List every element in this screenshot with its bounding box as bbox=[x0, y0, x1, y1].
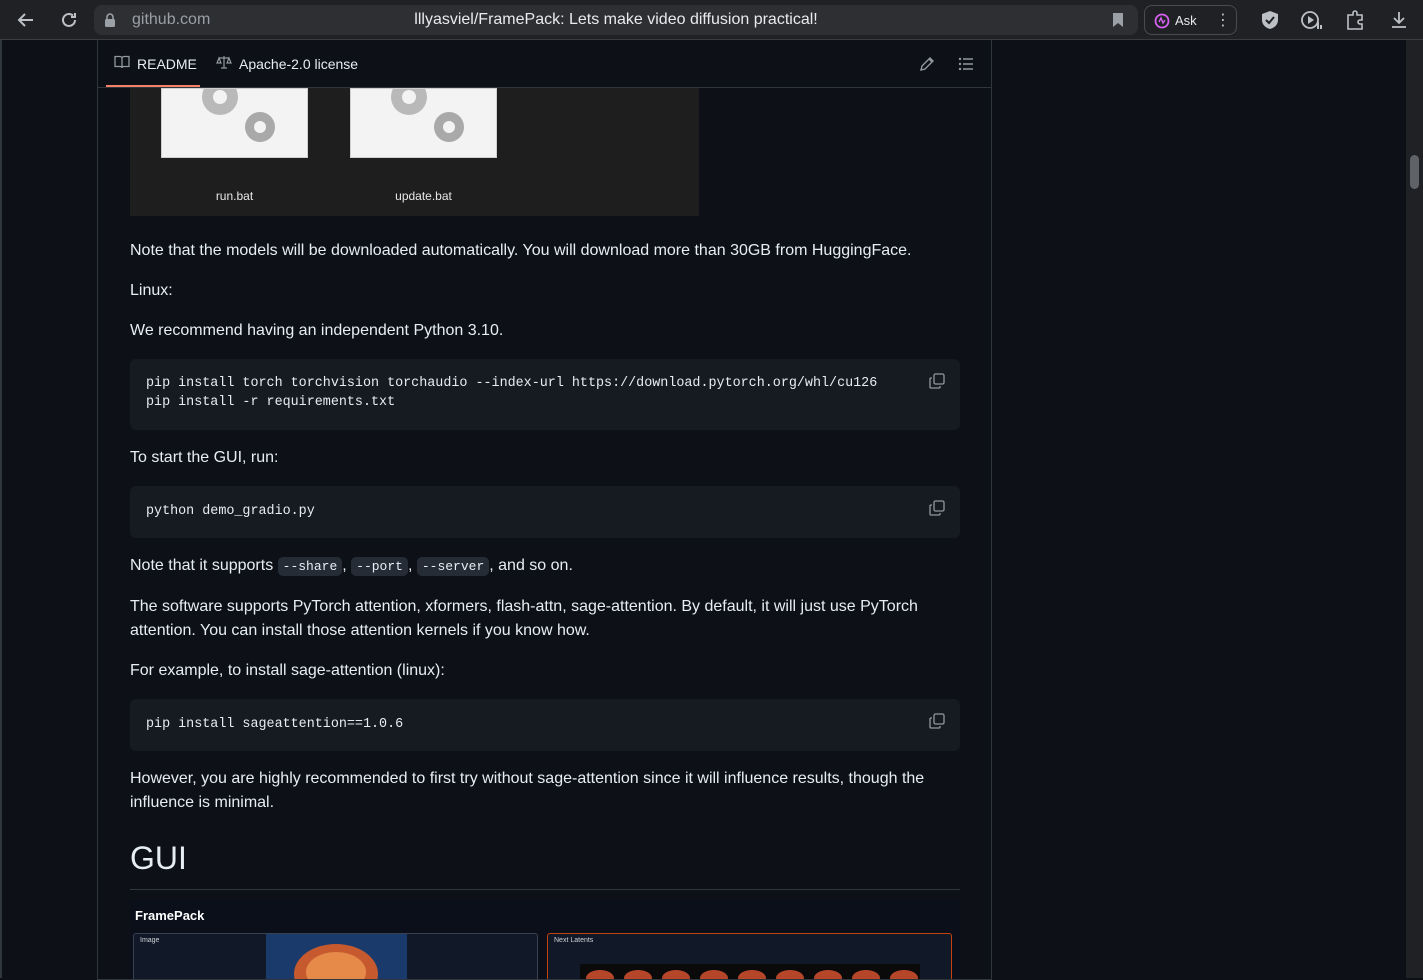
media-icon[interactable] bbox=[1300, 9, 1322, 31]
pencil-icon[interactable] bbox=[918, 55, 936, 73]
more-menu-icon[interactable]: ⋮ bbox=[1215, 10, 1231, 30]
download-icon[interactable] bbox=[1388, 9, 1410, 31]
code-install-line2: pip install -r requirements.txt bbox=[146, 395, 396, 410]
address-bar[interactable]: github.com lllyasviel/FramePack: Lets ma… bbox=[94, 5, 1138, 35]
copy-icon[interactable] bbox=[928, 372, 946, 390]
supports-flags-text: Note that it supports --share, --port, -… bbox=[130, 557, 573, 576]
example-sage-text: For example, to install sage-attention (… bbox=[130, 662, 445, 679]
code-block-install: pip install torch torchvision torchaudio… bbox=[130, 359, 960, 430]
code-run-line: python demo_gradio.py bbox=[146, 504, 315, 519]
attention-text-line2: attention. You can install those attenti… bbox=[130, 622, 590, 639]
gui-screenshot: FramePack Image Next Latents bbox=[130, 900, 960, 979]
note-models-text: Note that the models will be downloaded … bbox=[130, 242, 912, 259]
readme-header: README Apache-2.0 license bbox=[98, 40, 991, 88]
bookmark-icon[interactable] bbox=[1112, 12, 1124, 28]
tab-readme-label: README bbox=[137, 55, 197, 72]
code-block-run: python demo_gradio.py bbox=[130, 486, 960, 538]
ask-label: Ask bbox=[1175, 13, 1197, 28]
supports-suffix: , and so on. bbox=[489, 557, 573, 574]
start-gui-text: To start the GUI, run: bbox=[130, 449, 279, 466]
recommend-text-line1: However, you are highly recommended to f… bbox=[130, 770, 925, 787]
bat-files-image: run.bat update.bat bbox=[130, 88, 699, 216]
page-border bbox=[0, 40, 2, 978]
ask-assistant-button[interactable]: Ask ⋮ bbox=[1144, 5, 1237, 35]
image-panel: Image bbox=[133, 933, 538, 979]
gui-heading: GUI bbox=[130, 840, 187, 876]
page-title: lllyasviel/FramePack: Lets make video di… bbox=[414, 11, 818, 28]
linux-label: Linux: bbox=[130, 282, 173, 299]
tab-readme[interactable]: README bbox=[114, 54, 197, 73]
readme-panel: README Apache-2.0 license run.bat update… bbox=[97, 40, 992, 980]
update-bat-label: update.bat bbox=[395, 189, 452, 203]
jellyfish-image bbox=[266, 934, 407, 979]
next-latents-label: Next Latents bbox=[554, 937, 594, 944]
outline-list-icon[interactable] bbox=[957, 55, 975, 73]
book-icon bbox=[114, 54, 130, 73]
framepack-app-title: FramePack bbox=[135, 908, 205, 923]
supports-prefix: Note that it supports bbox=[130, 557, 278, 574]
copy-icon[interactable] bbox=[928, 712, 946, 730]
run-bat-thumbnail bbox=[161, 88, 308, 158]
page-scrollbar[interactable] bbox=[1406, 40, 1423, 978]
assistant-icon bbox=[1154, 13, 1170, 29]
scale-icon bbox=[216, 54, 232, 73]
browser-toolbar: github.com lllyasviel/FramePack: Lets ma… bbox=[0, 0, 1423, 40]
tab-license[interactable]: Apache-2.0 license bbox=[216, 54, 358, 73]
flag-share: --share bbox=[277, 557, 343, 576]
gears-icon bbox=[202, 89, 275, 142]
next-latents-panel: Next Latents bbox=[547, 933, 952, 979]
active-tab-indicator bbox=[106, 85, 200, 87]
recommend-text-line2: influence is minimal. bbox=[130, 794, 275, 811]
scrollbar-thumb[interactable] bbox=[1410, 155, 1419, 189]
image-panel-label: Image bbox=[140, 937, 160, 944]
heading-divider bbox=[130, 889, 960, 890]
attention-text-line1: The software supports PyTorch attention,… bbox=[130, 598, 918, 615]
code-sage-line: pip install sageattention==1.0.6 bbox=[146, 717, 404, 732]
code-block-sage: pip install sageattention==1.0.6 bbox=[130, 699, 960, 751]
recommend-python-text: We recommend having an independent Pytho… bbox=[130, 322, 504, 339]
shield-icon[interactable] bbox=[1259, 9, 1281, 31]
code-install-line1: pip install torch torchvision torchaudio… bbox=[146, 376, 878, 391]
flag-server: --server bbox=[416, 557, 490, 576]
flag-port: --port bbox=[351, 557, 408, 576]
copy-icon[interactable] bbox=[928, 499, 946, 517]
puzzle-icon[interactable] bbox=[1344, 9, 1366, 31]
gears-icon bbox=[391, 89, 464, 142]
update-bat-thumbnail bbox=[350, 88, 497, 158]
back-icon[interactable] bbox=[14, 8, 38, 32]
tab-license-label: Apache-2.0 license bbox=[239, 55, 359, 72]
run-bat-label: run.bat bbox=[215, 189, 254, 203]
reload-icon[interactable] bbox=[57, 8, 81, 32]
